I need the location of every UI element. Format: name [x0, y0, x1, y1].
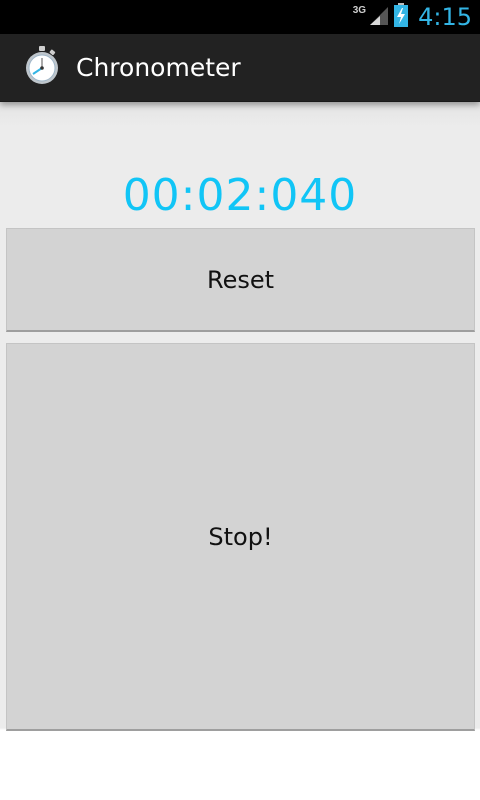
reset-button-label: Reset	[206, 265, 275, 294]
app-title: Chronometer	[76, 53, 241, 82]
stop-button[interactable]: Stop!	[6, 343, 475, 731]
reset-button[interactable]: Reset	[6, 228, 475, 332]
network-type-label: 3G	[352, 4, 367, 16]
status-clock: 4:15	[418, 3, 472, 31]
action-bar: Chronometer	[0, 34, 480, 102]
timer-display: 00:02:040	[122, 170, 358, 221]
battery-charging-icon	[394, 2, 409, 32]
signal-icon	[368, 5, 389, 30]
stopwatch-icon	[22, 45, 62, 90]
main-content: 00:02:040 Reset Stop!	[0, 102, 480, 800]
stop-button-label: Stop!	[208, 522, 273, 551]
status-bar: 3G 4:15	[0, 0, 480, 34]
status-icons: 3G 4:15	[353, 0, 472, 34]
